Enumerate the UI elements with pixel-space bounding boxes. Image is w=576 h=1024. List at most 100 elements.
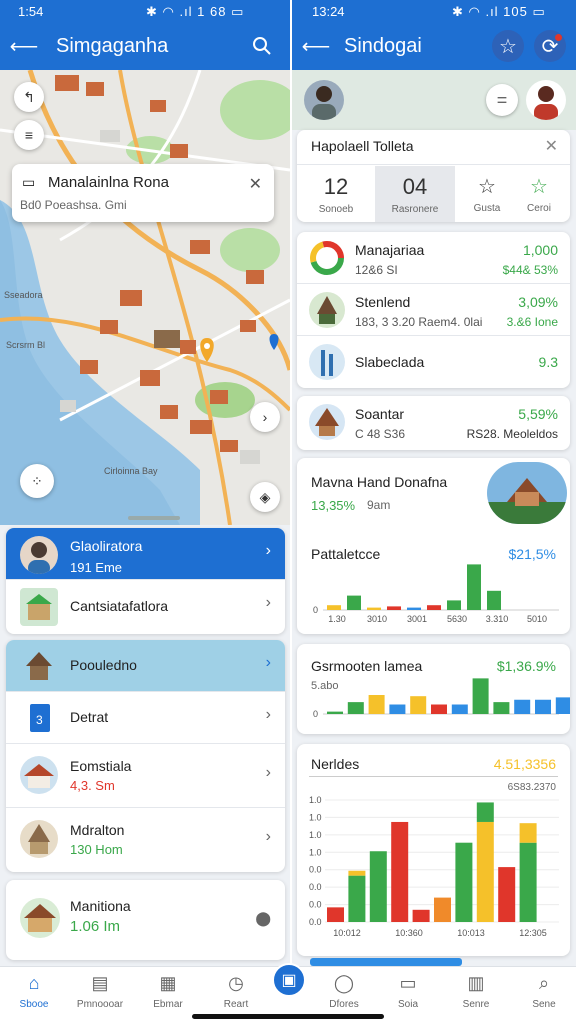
home-indicator: [192, 1014, 384, 1019]
chevron-right-icon[interactable]: ›: [250, 402, 280, 432]
right-list-group-2: Soantar C 48 S36 5,59% RS28. Meoleldos: [297, 396, 570, 450]
drag-handle[interactable]: [128, 516, 180, 520]
arrow-left-icon[interactable]: ⟵: [300, 30, 332, 62]
list-item-subtitle: 130 Hom: [70, 842, 123, 857]
map-place-card[interactable]: ▭ Manalainlna Rona Bd0 Poeashsa. Gmi ✕: [12, 164, 274, 222]
stat-tab[interactable]: ☆ Ceroi: [513, 166, 565, 222]
chat-icon: ◯: [333, 973, 355, 993]
stat-label: Rasronere: [391, 204, 439, 215]
star-icon[interactable]: ☆: [492, 30, 524, 62]
chart-bar: [412, 909, 430, 922]
nav-label: Sbooe: [19, 999, 49, 1010]
building-thumbnail: [20, 820, 58, 858]
map-view[interactable]: Sseadora Scrsrm Bl Cirloinna Bay ↰ ≡ ▭ M…: [0, 70, 290, 525]
y-tick-label: 0.0: [309, 917, 322, 927]
chart-bar-segment: [519, 823, 537, 843]
nav-label: Reart: [223, 999, 249, 1010]
chart-subtitle: 6S83.2370: [507, 782, 556, 793]
nav-documents[interactable]: ▤ Pmnoooar: [72, 973, 128, 1010]
list-item-title: Eomstiala: [70, 758, 132, 774]
y-tick-label: 1.0: [309, 795, 322, 805]
stat-label: Gusta: [473, 203, 501, 214]
home-icon: ⌂: [28, 973, 40, 993]
nav-inbox[interactable]: ▭ Soia: [380, 973, 436, 1010]
map-back-icon[interactable]: ↰: [14, 82, 44, 112]
stat-tab[interactable]: 12 Sonoeb: [303, 166, 369, 222]
feature-image: [487, 462, 567, 524]
chart-card-2: Gsrmooten lamea $1,36.9% 5.abo 0: [297, 644, 570, 734]
nav-chat[interactable]: ◯ Dfores: [316, 973, 372, 1010]
list-item[interactable]: 3 Detrat ›: [6, 692, 285, 744]
stat-value: 12: [323, 174, 349, 199]
list-item[interactable]: Manajariaa 12&6 SI 1,000 $44& 53%: [297, 232, 570, 284]
close-icon[interactable]: ✕: [249, 174, 262, 194]
list-item-title: Manajariaa: [355, 242, 425, 258]
x-tick-label: 1.30: [328, 614, 346, 624]
list-item-subtitle: 191 Eme: [70, 560, 123, 575]
search-icon: ⌕: [538, 973, 550, 993]
nav-recent[interactable]: ◷ Reart: [208, 973, 264, 1010]
center-app-icon[interactable]: ▣: [272, 963, 306, 997]
y-tick-label: 1.0: [309, 812, 322, 822]
list-item-value: 5,59%: [518, 406, 558, 422]
list-item-subtitle: 12&6 SI: [355, 263, 398, 277]
list-item[interactable]: Slabeclada 9.3: [297, 336, 570, 388]
chart-bar: [391, 821, 409, 922]
list-item[interactable]: Cantsiatafatlora ›: [6, 580, 285, 634]
x-tick-label: 5010: [527, 614, 547, 624]
list-item[interactable]: Poouledno ›: [6, 640, 285, 692]
x-tick-label: 10:013: [457, 928, 485, 938]
menu-icon[interactable]: =: [486, 84, 518, 116]
nav-search[interactable]: ⌕ Sene: [516, 973, 572, 1010]
list-item-title: Soantar: [355, 406, 405, 422]
location-pin-icon[interactable]: ⬤: [255, 910, 271, 927]
bar-chart-3: 1.0 1.0 1.0 1.0 0.0 0.0 0.0 0.0 10:012 10:360 10:0…: [309, 795, 559, 938]
nav-calendar[interactable]: ▦ Ebmar: [140, 973, 196, 1010]
list-item[interactable]: Mdralton 130 Hom ›: [6, 808, 285, 872]
list-item[interactable]: Manitiona 1.06 Im ⬤: [6, 880, 285, 960]
search-icon[interactable]: [246, 30, 278, 62]
chart-bar: [467, 564, 481, 610]
right-map-strip: =: [292, 70, 576, 130]
chart-bar: [493, 702, 510, 714]
avatar: [20, 536, 58, 574]
layers-icon[interactable]: ≡: [14, 120, 44, 150]
chevron-right-icon: ›: [265, 542, 271, 559]
stat-tab[interactable]: 04 Rasronere: [375, 166, 455, 222]
refresh-icon[interactable]: ⟳: [534, 30, 566, 62]
arrow-left-icon[interactable]: ⟵: [8, 30, 40, 62]
nav-label: Dfores: [329, 999, 359, 1010]
clock-icon: ◷: [228, 973, 244, 993]
chart-bar: [367, 607, 381, 610]
chart-card-1: Mavna Hand Donafna 13,35% 9am Pattaletcc…: [297, 458, 570, 634]
list-item[interactable]: Glaoliratora 191 Eme ›: [6, 528, 285, 580]
y-tick-label: 0.0: [309, 900, 322, 910]
scroll-indicator[interactable]: [310, 958, 462, 966]
nav-home[interactable]: ⌂ Sbooe: [6, 973, 62, 1010]
chart-bar: [348, 875, 366, 922]
left-list-group-3: Manitiona 1.06 Im ⬤: [6, 880, 285, 960]
avatar[interactable]: [304, 80, 344, 120]
nav-label: Senre: [462, 999, 490, 1010]
chart-bar: [347, 595, 361, 610]
list-item[interactable]: Eomstiala 4,3. Sm ›: [6, 744, 285, 808]
list-item[interactable]: Soantar C 48 S36 5,59% RS28. Meoleldos: [297, 396, 570, 450]
list-item[interactable]: Stenlend 183, 3 3.20 Raem4. 0lai 3,09% 3…: [297, 284, 570, 336]
chart-bar: [407, 607, 421, 610]
stat-tab[interactable]: ☆ Gusta: [461, 166, 513, 222]
chart-bar: [387, 606, 401, 610]
dots-icon[interactable]: ⁘: [20, 464, 54, 498]
compass-icon[interactable]: ◈: [250, 482, 280, 512]
y-tick-label: 0.0: [309, 882, 322, 892]
calendar-icon: ▦: [159, 973, 177, 993]
y-tick-label: 1.0: [309, 830, 322, 840]
list-item-value: 1,000: [522, 242, 558, 258]
map-card-subtitle: Bd0 Poeashsa. Gmi: [20, 198, 127, 212]
building-icon: ▥: [467, 973, 485, 993]
bar-chart-2: 0: [313, 678, 570, 719]
close-icon[interactable]: ✕: [545, 136, 558, 156]
chart-bar: [447, 600, 461, 610]
avatar[interactable]: [526, 80, 566, 120]
list-item-value: 3,09%: [518, 294, 558, 310]
nav-places[interactable]: ▥ Senre: [448, 973, 504, 1010]
